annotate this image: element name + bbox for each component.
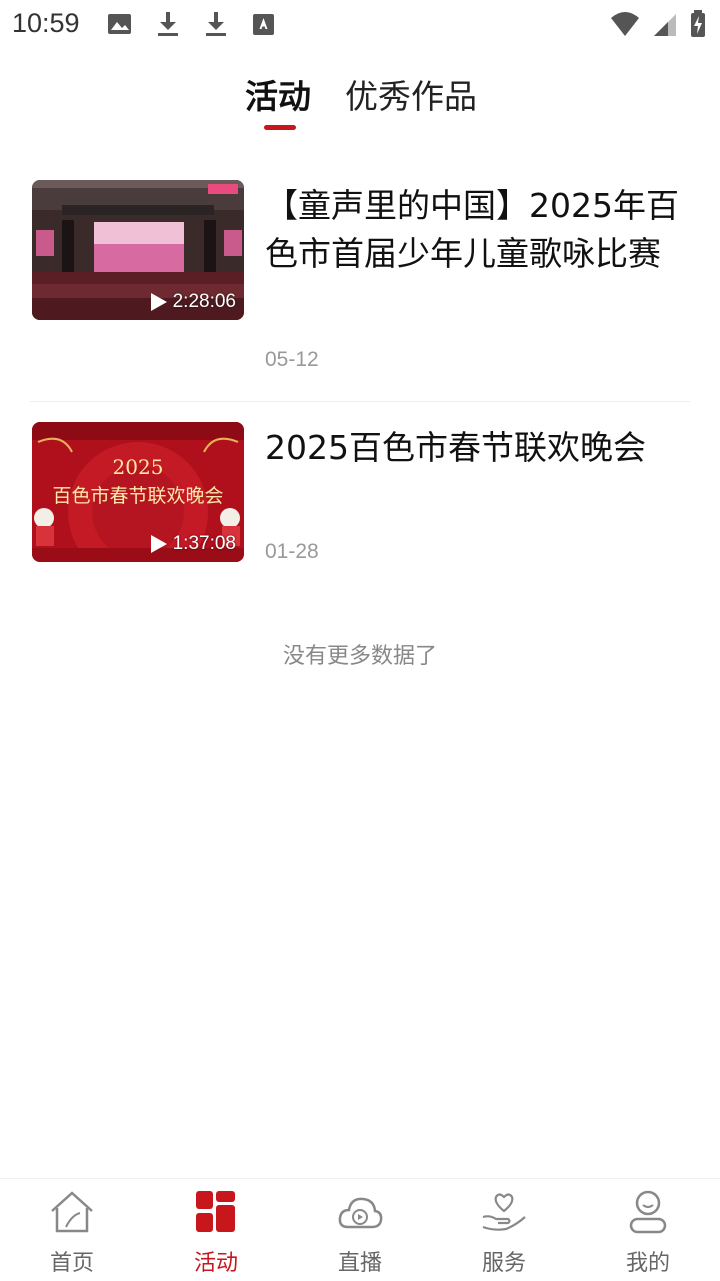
- download-icon: [158, 12, 178, 36]
- bottom-nav: 首页 活动 直播 服务 我的: [0, 1178, 720, 1281]
- image-icon: [108, 14, 131, 34]
- download-icon: [206, 12, 226, 36]
- play-icon: [150, 293, 167, 311]
- nav-label: 活动: [193, 1251, 238, 1276]
- nav-label: 服务: [481, 1251, 526, 1276]
- duration-text: 2:28:06: [172, 291, 236, 312]
- signal-icon: [654, 14, 676, 36]
- status-time: 10:59: [12, 8, 80, 38]
- video-thumbnail[interactable]: 2:28:06: [32, 180, 244, 320]
- video-thumbnail[interactable]: 2025 百色市春节联欢晚会 1:37:08: [32, 422, 244, 562]
- battery-charging-icon: [691, 10, 705, 37]
- nav-service[interactable]: 服务: [432, 1185, 576, 1281]
- profile-icon: [629, 1190, 667, 1234]
- video-duration: 1:37:08: [150, 530, 236, 558]
- video-title[interactable]: 【童声里的中国】2025年百色市首届少年儿童歌咏比赛: [265, 182, 685, 278]
- video-list: 2:28:06 【童声里的中国】2025年百色市首届少年儿童歌咏比赛 05-12…: [0, 160, 720, 602]
- no-more-data-text: 没有更多数据了: [282, 644, 437, 669]
- play-icon: [150, 535, 167, 553]
- nav-profile[interactable]: 我的: [576, 1185, 720, 1281]
- tab-activity[interactable]: 活动: [245, 70, 311, 118]
- active-tab-indicator: [264, 125, 296, 130]
- duration-text: 1:37:08: [172, 533, 236, 554]
- tab-excellent-works[interactable]: 优秀作品: [345, 70, 477, 118]
- nav-label: 我的: [625, 1251, 670, 1276]
- top-tabs: 活动 优秀作品: [0, 62, 720, 134]
- nav-home[interactable]: 首页: [0, 1185, 144, 1281]
- nav-label: 直播: [337, 1251, 382, 1276]
- video-item[interactable]: 2025 百色市春节联欢晚会 1:37:08 2025百色市春节联欢晚会 01-…: [0, 402, 720, 602]
- nav-live[interactable]: 直播: [288, 1185, 432, 1281]
- notification-icons: [107, 10, 277, 38]
- poster-year: 2025: [113, 455, 164, 479]
- text-icon: [253, 14, 274, 35]
- video-date: 01-28: [265, 540, 319, 563]
- nav-label: 首页: [49, 1251, 94, 1276]
- status-bar: 10:59: [0, 0, 720, 48]
- video-date: 05-12: [265, 348, 319, 371]
- poster-headline: 百色市春节联欢晚会: [52, 485, 223, 507]
- system-icons: [610, 10, 706, 38]
- wifi-icon: [611, 12, 639, 36]
- video-duration: 2:28:06: [150, 288, 236, 316]
- video-title[interactable]: 2025百色市春节联欢晚会: [265, 424, 685, 472]
- activity-grid-icon: [196, 1191, 235, 1232]
- nav-activity[interactable]: 活动: [144, 1185, 288, 1281]
- video-item[interactable]: 2:28:06 【童声里的中国】2025年百色市首届少年儿童歌咏比赛 05-12: [0, 160, 720, 402]
- live-cloud-icon: [338, 1197, 383, 1229]
- service-hand-heart-icon: [482, 1193, 526, 1231]
- home-icon: [51, 1191, 93, 1233]
